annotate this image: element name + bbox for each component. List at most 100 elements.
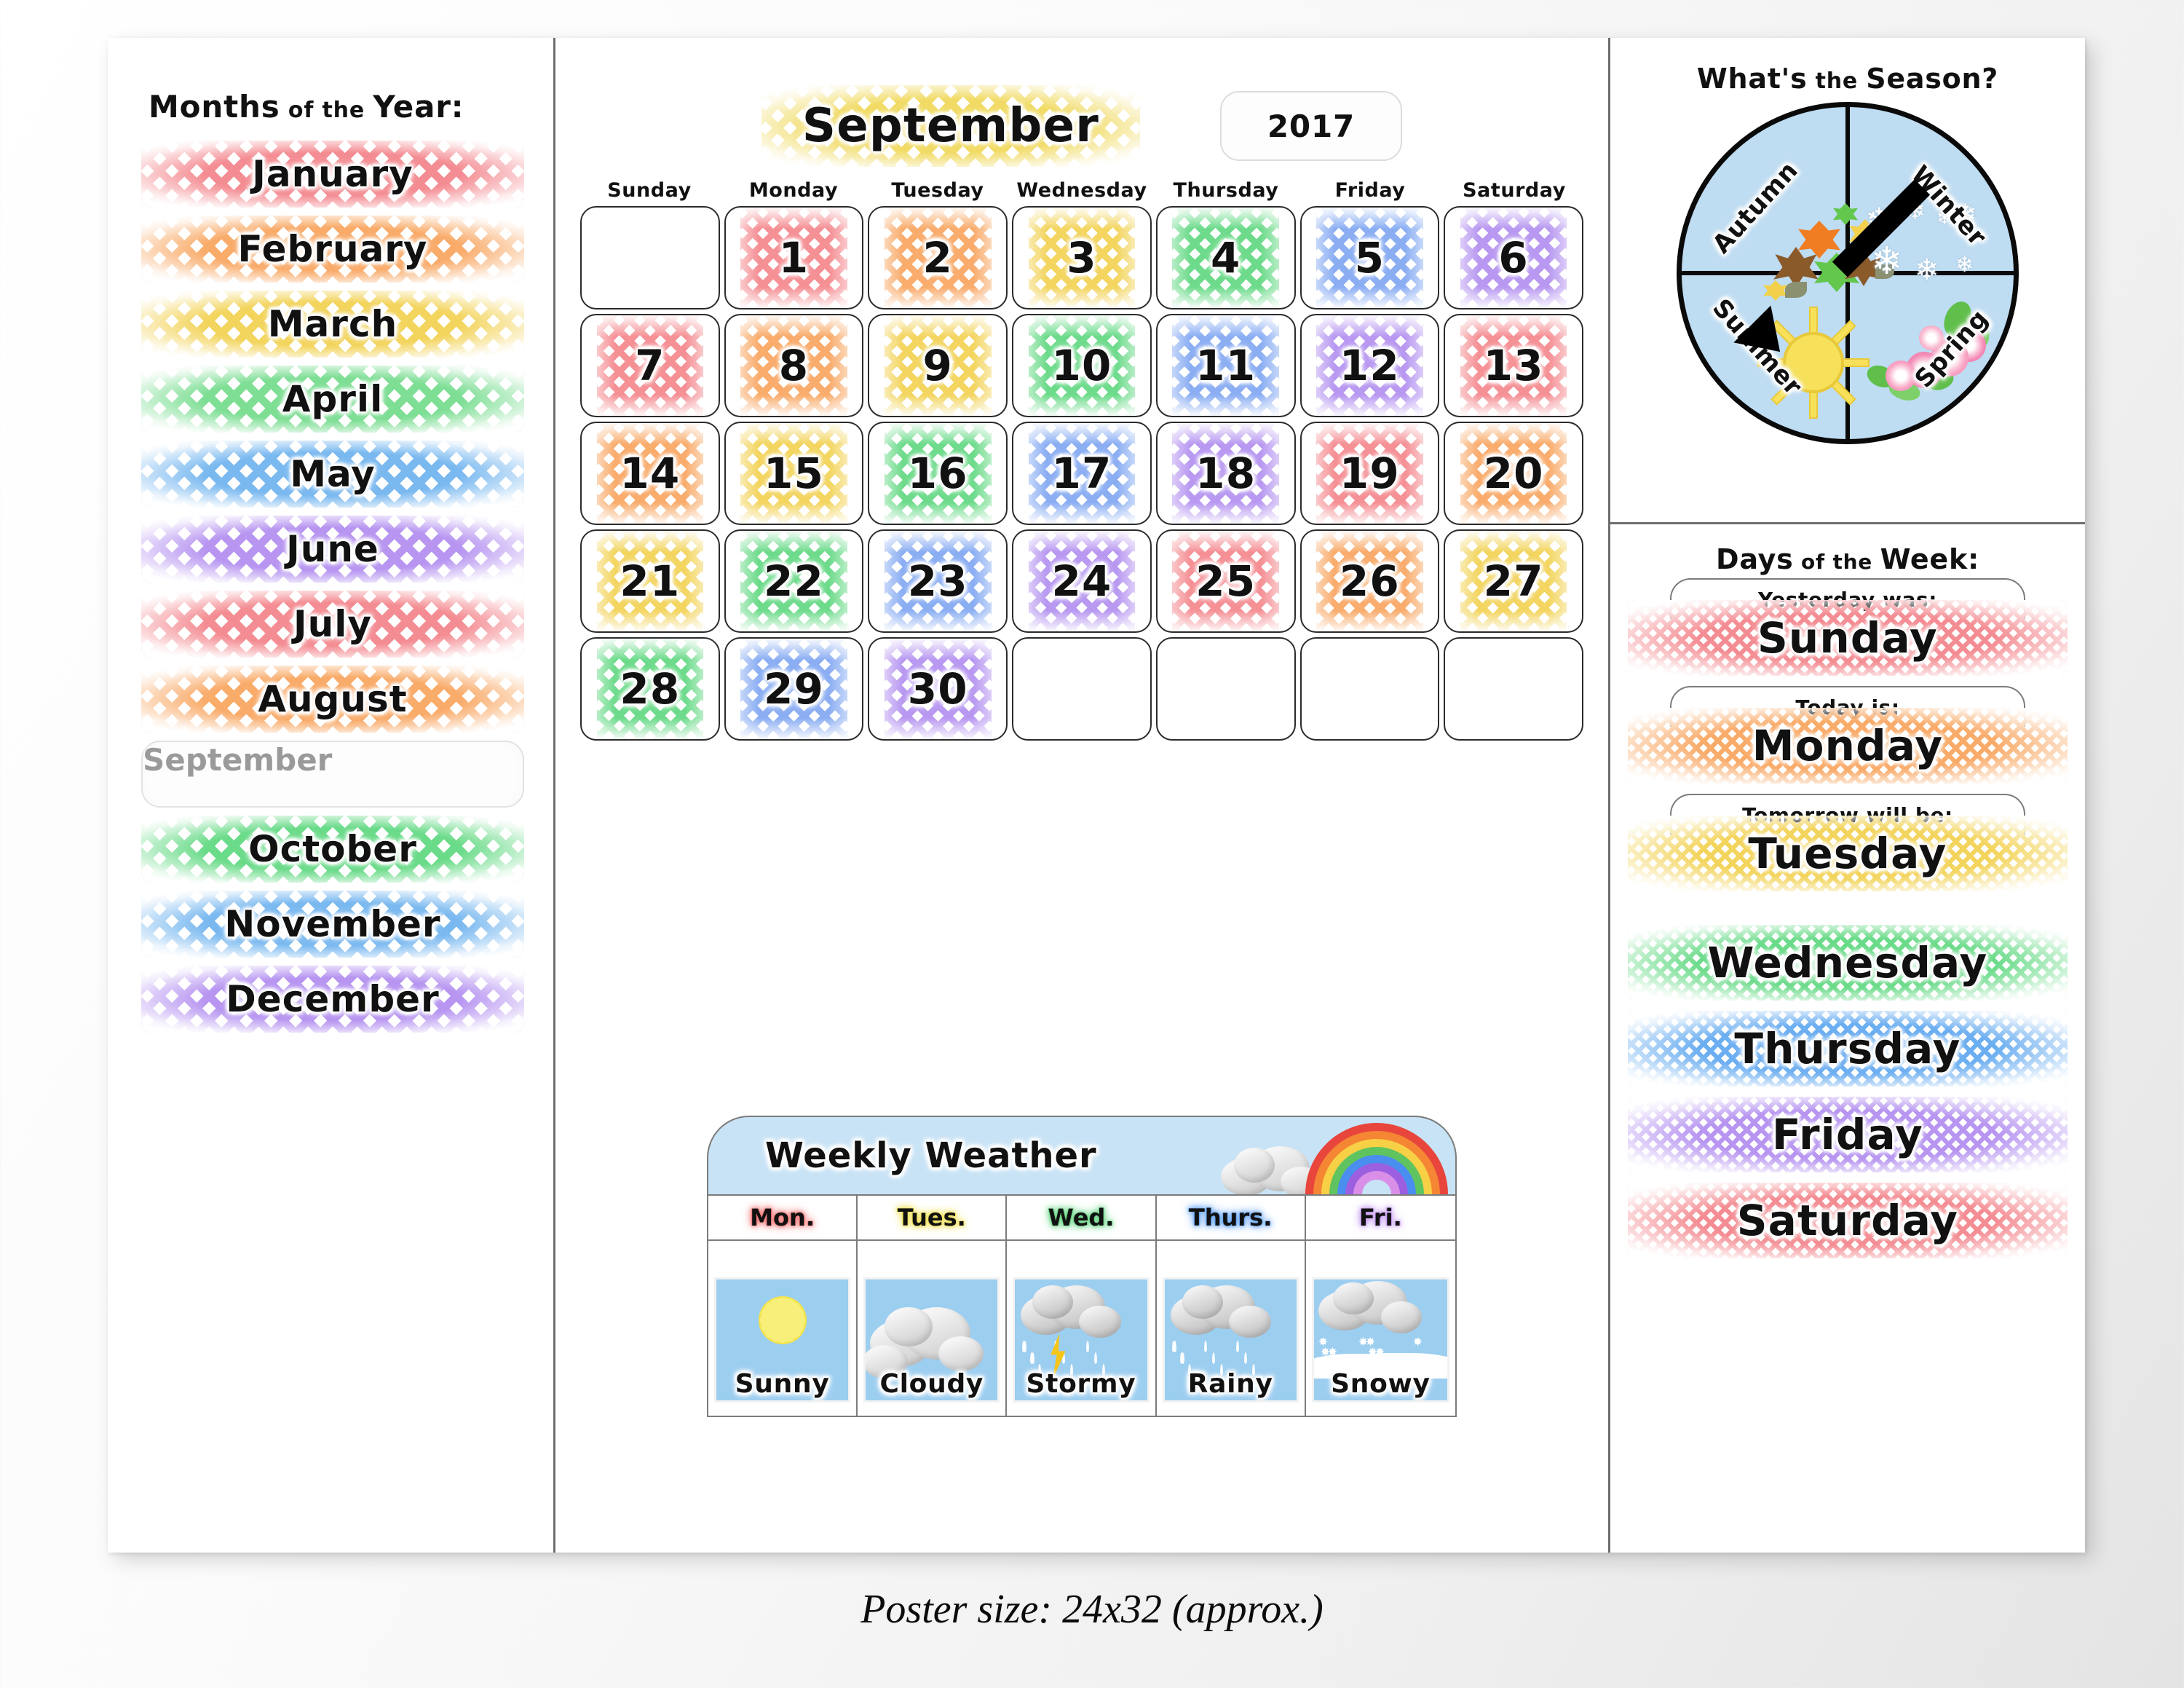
day-number: 18 bbox=[1195, 449, 1257, 498]
day-number: 7 bbox=[635, 341, 665, 390]
day-of-week-card[interactable]: Monday bbox=[1628, 708, 2068, 784]
calendar-day-cell[interactable]: 21 bbox=[580, 529, 720, 633]
weather-condition-label: Rainy bbox=[1187, 1369, 1273, 1399]
month-card[interactable]: August bbox=[141, 666, 524, 733]
calendar-day-cell[interactable]: 27 bbox=[1444, 529, 1583, 633]
weather-condition-card[interactable]: Cloudy bbox=[863, 1277, 1000, 1403]
calendar-day-cell[interactable]: 5 bbox=[1299, 206, 1440, 309]
calendar-empty-cell[interactable] bbox=[1012, 637, 1152, 741]
season-and-days-panel: What's the Season? ❄ ❄ ❄ ❄ ❄ ❄ Autumn Wi… bbox=[1610, 38, 2085, 1553]
day-number: 27 bbox=[1483, 556, 1544, 606]
calendar-day-cell[interactable]: 9 bbox=[868, 314, 1008, 417]
day-of-week-card[interactable]: Thursday bbox=[1628, 1011, 2068, 1086]
calendar-empty-cell[interactable] bbox=[1299, 637, 1440, 741]
month-label: July bbox=[293, 603, 372, 645]
calendar-grid: 1 2 3 4 5 6 7 8 9 10 11 12 13 14 15 16 17 18 19 20 21 22 23 24 2… bbox=[580, 206, 1583, 741]
season-wheel[interactable]: ❄ ❄ ❄ ❄ ❄ ❄ ❄ bbox=[1677, 102, 2019, 444]
calendar-day-cell[interactable]: 3 bbox=[1012, 206, 1152, 309]
month-card[interactable]: March bbox=[141, 291, 524, 358]
calendar-day-cell[interactable]: 16 bbox=[868, 422, 1008, 525]
weather-condition-card[interactable]: Stormy bbox=[1013, 1277, 1150, 1403]
month-card[interactable]: January bbox=[141, 141, 524, 208]
season-title: What's the Season? bbox=[1610, 63, 2085, 95]
day-of-week-label: Sunday bbox=[1757, 613, 1938, 663]
month-label: September bbox=[143, 742, 333, 778]
day-of-week-card[interactable]: Wednesday bbox=[1628, 925, 2068, 1001]
months-title-main: Months bbox=[149, 89, 280, 125]
weather-cell[interactable]: ✸✸✸✸✸✸✸✸✸✸✸✸✸✸✸✸✸✸✸✸Snowy bbox=[1305, 1241, 1455, 1416]
calendar-day-cell[interactable]: 22 bbox=[724, 529, 864, 633]
calendar-day-cell[interactable]: 19 bbox=[1299, 422, 1440, 525]
day-number: 16 bbox=[907, 449, 968, 498]
poster-size-caption: Poster size: 24x32 (approx.) bbox=[860, 1587, 1324, 1632]
weather-condition-card[interactable]: ✸✸✸✸✸✸✸✸✸✸✸✸✸✸✸✸✸✸✸✸Snowy bbox=[1311, 1277, 1449, 1403]
weather-column: Tues. Cloudy bbox=[858, 1196, 1008, 1416]
calendar-empty-cell[interactable] bbox=[580, 206, 720, 309]
calendar-day-cell[interactable]: 26 bbox=[1299, 529, 1440, 633]
calendar-day-cell[interactable]: 12 bbox=[1299, 314, 1440, 417]
calendar-day-cell[interactable]: 18 bbox=[1155, 422, 1296, 525]
calendar-day-cell[interactable]: 15 bbox=[724, 422, 864, 525]
day-of-week-card[interactable]: Sunday bbox=[1628, 600, 2068, 676]
day-number: 4 bbox=[1210, 233, 1241, 283]
calendar-day-cell[interactable]: 29 bbox=[724, 637, 864, 741]
calendar-day-cell[interactable]: 13 bbox=[1444, 314, 1583, 417]
year-box[interactable]: 2017 bbox=[1220, 91, 1402, 161]
year-label: 2017 bbox=[1267, 108, 1356, 144]
calendar-day-cell[interactable]: 24 bbox=[1012, 529, 1152, 633]
calendar-day-cell[interactable]: 1 bbox=[724, 206, 864, 309]
calendar-day-cell[interactable]: 20 bbox=[1444, 422, 1583, 525]
month-card[interactable]: July bbox=[141, 591, 524, 658]
day-of-week-card[interactable]: Friday bbox=[1628, 1097, 2068, 1172]
month-card[interactable]: April bbox=[141, 366, 524, 433]
calendar-day-cell[interactable]: 7 bbox=[580, 314, 720, 417]
weather-condition-card[interactable]: Rainy bbox=[1162, 1277, 1299, 1403]
month-label: January bbox=[252, 153, 414, 195]
weather-cell[interactable]: Rainy bbox=[1156, 1241, 1305, 1416]
calendar-empty-cell[interactable] bbox=[1155, 637, 1296, 741]
day-of-week-label: Tuesday bbox=[1748, 829, 1947, 878]
months-panel-title: Months of the Year: bbox=[141, 89, 524, 125]
month-label: April bbox=[282, 378, 384, 420]
day-of-week-label: Thursday bbox=[1734, 1024, 1961, 1073]
month-card[interactable]: June bbox=[141, 516, 524, 583]
season-title-mid: the bbox=[1807, 68, 1867, 94]
calendar-day-cell[interactable]: 17 bbox=[1012, 422, 1152, 525]
month-card[interactable]: September bbox=[141, 741, 524, 808]
calendar-day-cell[interactable]: 23 bbox=[868, 529, 1008, 633]
day-number: 3 bbox=[1067, 233, 1097, 283]
calendar-day-cell[interactable]: 2 bbox=[868, 206, 1008, 309]
month-card[interactable]: December bbox=[141, 966, 524, 1033]
month-card[interactable]: November bbox=[141, 891, 524, 958]
weather-day-label: Wed. bbox=[1007, 1196, 1155, 1241]
weather-cell[interactable]: Stormy bbox=[1007, 1241, 1155, 1416]
calendar-day-cell[interactable]: 10 bbox=[1012, 314, 1152, 417]
day-of-week-card[interactable]: Tuesday bbox=[1628, 816, 2068, 891]
current-month-banner[interactable]: September bbox=[761, 85, 1140, 167]
days-panel-title: Days of the Week: bbox=[1628, 543, 2068, 575]
calendar-day-cell[interactable]: 4 bbox=[1155, 206, 1296, 309]
day-number: 1 bbox=[778, 233, 810, 283]
month-label: December bbox=[226, 978, 440, 1020]
weather-cell[interactable]: Cloudy bbox=[858, 1241, 1006, 1416]
calendar-day-cell[interactable]: 28 bbox=[580, 637, 720, 741]
calendar-day-cell[interactable]: 14 bbox=[580, 422, 720, 525]
calendar-day-cell[interactable]: 6 bbox=[1444, 206, 1583, 309]
calendar-day-cell[interactable]: 30 bbox=[868, 637, 1008, 741]
weather-day-label: Thurs. bbox=[1156, 1196, 1305, 1241]
calendar-day-cell[interactable]: 11 bbox=[1155, 314, 1296, 417]
weekly-weather-chart: Weekly Weather Mon. Sunny Tues. Cloudy Wed. S… bbox=[707, 1116, 1457, 1417]
calendar-day-cell[interactable]: 8 bbox=[724, 314, 864, 417]
weather-cell[interactable]: Sunny bbox=[708, 1241, 857, 1416]
day-number: 6 bbox=[1498, 233, 1529, 283]
calendar-day-header: Thursday bbox=[1173, 179, 1279, 202]
day-of-week-card[interactable]: Saturday bbox=[1628, 1183, 2068, 1258]
calendar-empty-cell[interactable] bbox=[1444, 637, 1583, 741]
weather-condition-card[interactable]: Sunny bbox=[714, 1277, 851, 1403]
month-card[interactable]: February bbox=[141, 216, 524, 283]
month-card[interactable]: October bbox=[141, 816, 524, 883]
season-title-end: Season? bbox=[1866, 63, 1999, 95]
month-card[interactable]: May bbox=[141, 441, 524, 508]
day-number: 28 bbox=[620, 664, 681, 714]
calendar-day-cell[interactable]: 25 bbox=[1155, 529, 1296, 633]
